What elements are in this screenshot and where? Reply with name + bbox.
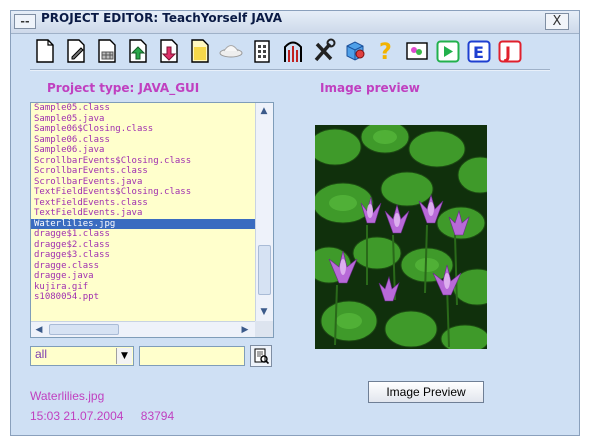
selected-file-info: 15:03 21.07.2004 83794: [30, 409, 188, 423]
vertical-scrollbar[interactable]: ▲ ▼: [255, 103, 273, 321]
help-icon[interactable]: ?: [373, 37, 399, 65]
gate-icon[interactable]: [280, 37, 306, 65]
list-item[interactable]: Sample06$Closing.class: [31, 124, 255, 135]
toolbar-separator: [30, 69, 550, 71]
scroll-down-icon[interactable]: ▼: [256, 304, 272, 320]
building-icon[interactable]: [249, 37, 275, 65]
list-item[interactable]: Sample06.class: [31, 135, 255, 146]
ufo-icon[interactable]: [218, 37, 244, 65]
list-item[interactable]: Sample05.class: [31, 103, 255, 114]
export-file-icon[interactable]: [156, 37, 182, 65]
list-item[interactable]: ScrollbarEvents$Closing.class: [31, 156, 255, 167]
page-icon[interactable]: [187, 37, 213, 65]
new-file-icon[interactable]: [32, 37, 58, 65]
file-grid-icon[interactable]: [94, 37, 120, 65]
edit-file-icon[interactable]: [63, 37, 89, 65]
list-item[interactable]: dragge$3.class: [31, 250, 255, 261]
horizontal-scroll-thumb[interactable]: [49, 324, 119, 335]
run-icon[interactable]: [435, 37, 461, 65]
edit-e-icon[interactable]: E: [466, 37, 492, 65]
file-timestamp: 15:03 21.07.2004: [30, 409, 124, 423]
tools-icon[interactable]: [311, 37, 337, 65]
list-item[interactable]: dragge.java: [31, 271, 255, 282]
java-j-icon[interactable]: J: [497, 37, 523, 65]
list-item[interactable]: kujira.gif: [31, 282, 255, 293]
image-preview-button[interactable]: Image Preview: [368, 381, 484, 403]
system-menu-button[interactable]: --: [14, 14, 36, 29]
list-item[interactable]: TextFieldEvents.class: [31, 198, 255, 209]
list-item[interactable]: dragge$1.class: [31, 229, 255, 240]
chevron-down-icon[interactable]: ▼: [116, 348, 132, 364]
window-title: PROJECT EDITOR: TeachYorself JAVA: [41, 11, 283, 25]
title-bar[interactable]: -- PROJECT EDITOR: TeachYorself JAVA X: [11, 11, 579, 34]
file-size: 83794: [140, 409, 175, 423]
image-preview-label: Image preview: [320, 81, 420, 95]
filter-icon: [254, 348, 269, 364]
scroll-corner: [255, 321, 273, 337]
list-item[interactable]: dragge.class: [31, 261, 255, 272]
project-editor-window: -- PROJECT EDITOR: TeachYorself JAVA X ?…: [10, 10, 580, 436]
vertical-scroll-thumb[interactable]: [258, 245, 271, 295]
horizontal-scrollbar[interactable]: ◀ ▶: [31, 321, 255, 337]
close-button[interactable]: X: [545, 13, 569, 30]
apply-filter-button[interactable]: [250, 345, 272, 367]
list-item[interactable]: TextFieldEvents.java: [31, 208, 255, 219]
list-item[interactable]: Sample05.java: [31, 114, 255, 125]
scroll-left-icon[interactable]: ◀: [31, 322, 47, 338]
list-item[interactable]: Sample06.java: [31, 145, 255, 156]
svg-text:?: ?: [379, 40, 392, 64]
image-preview: [315, 125, 487, 349]
scroll-right-icon[interactable]: ▶: [237, 322, 253, 338]
list-item[interactable]: s1080054.ppt: [31, 292, 255, 303]
list-item-selected[interactable]: Waterlilies.jpg: [31, 218, 255, 229]
scroll-up-icon[interactable]: ▲: [256, 103, 272, 119]
file-list-items: Sample05.class Sample05.java Sample06$Cl…: [31, 103, 255, 321]
toolbar: ? E J: [32, 37, 523, 67]
svg-text:J: J: [504, 43, 511, 62]
list-item[interactable]: TextFieldEvents$Closing.class: [31, 187, 255, 198]
list-item[interactable]: ScrollbarEvents.class: [31, 166, 255, 177]
preview-image-icon[interactable]: [404, 37, 430, 65]
list-item[interactable]: ScrollbarEvents.java: [31, 177, 255, 188]
list-item[interactable]: dragge$2.class: [31, 240, 255, 251]
cube-icon[interactable]: [342, 37, 368, 65]
waterlilies-image: [315, 125, 487, 349]
file-type-select[interactable]: all ▼: [30, 346, 134, 366]
svg-text:E: E: [473, 43, 484, 62]
filter-input[interactable]: [139, 346, 245, 366]
file-list: Sample05.class Sample05.java Sample06$Cl…: [30, 102, 274, 338]
import-file-icon[interactable]: [125, 37, 151, 65]
selected-file-name: Waterlilies.jpg: [30, 389, 105, 403]
project-type-label: Project type: JAVA_GUI: [47, 81, 200, 95]
file-type-value: all: [35, 347, 48, 361]
